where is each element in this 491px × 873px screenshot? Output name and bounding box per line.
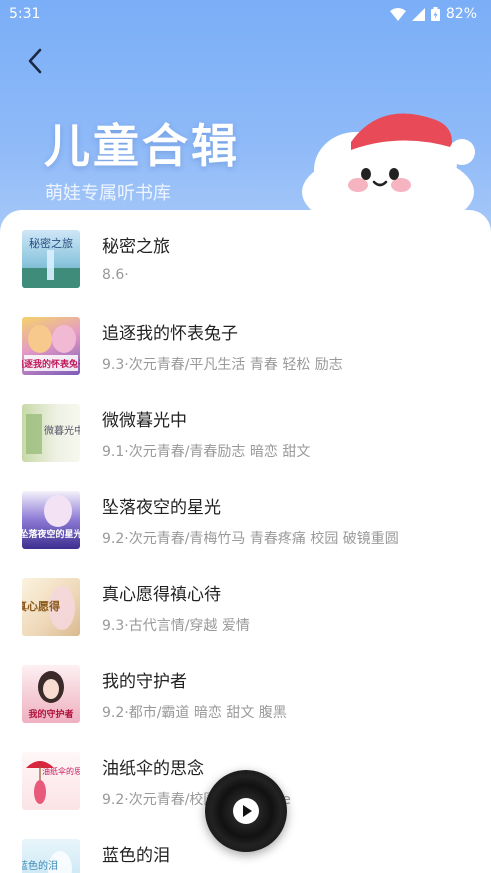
cover-art-icon: 追逐我的怀表兔子 <box>22 325 80 371</box>
cloud-mascot-icon <box>302 113 475 220</box>
cover-art-icon: 微暮光中 <box>26 414 80 454</box>
book-cover: 蓝色的泪 <box>22 839 80 873</box>
play-icon <box>233 798 259 824</box>
book-meta: 9.1·次元青春/青春励志 暗恋 甜文 <box>102 444 311 460</box>
book-title: 油纸伞的思念 <box>102 759 204 779</box>
page-subtitle: 萌娃专属听书库 <box>45 183 171 204</box>
book-item[interactable]: 真心愿得 真心愿得禛心待 9.3·古代言情/穿越 爱情 <box>0 558 491 644</box>
status-bar: 5:31 82% <box>0 0 491 28</box>
back-button[interactable] <box>22 46 50 76</box>
book-meta: 9.3·次元青春/平凡生活 青春 轻松 励志 <box>102 357 343 373</box>
book-title: 追逐我的怀表兔子 <box>102 324 238 344</box>
book-meta: 8.6· <box>102 267 129 283</box>
battery-icon <box>430 7 440 21</box>
book-title: 微微暮光中 <box>102 411 187 431</box>
book-meta: 9.2·次元青春/青梅竹马 青春疼痛 校园 破镜重圆 <box>102 531 399 547</box>
book-meta: 9.2·都市/霸道 暗恋 甜文 腹黑 <box>102 705 287 721</box>
page-title: 儿童合辑 <box>44 119 240 173</box>
book-title: 蓝色的泪 <box>102 846 170 866</box>
book-cover: 微暮光中 <box>22 404 80 462</box>
cover-art-icon: 坠落夜空的星光 <box>22 495 80 540</box>
book-title: 秘密之旅 <box>102 237 170 257</box>
status-icons: 82% <box>389 6 477 22</box>
audio-player-button[interactable] <box>205 770 287 852</box>
book-item[interactable]: 追逐我的怀表兔子 追逐我的怀表兔子 9.3·次元青春/平凡生活 青春 轻松 励志 <box>0 297 491 383</box>
book-item[interactable]: 秘密之旅 秘密之旅 8.6· <box>0 210 491 296</box>
book-item[interactable]: 坠落夜空的星光 坠落夜空的星光 9.2·次元青春/青梅竹马 青春疼痛 校园 破镜… <box>0 471 491 557</box>
cover-art-icon: 蓝色的泪 <box>22 851 72 873</box>
book-title: 我的守护者 <box>102 672 187 692</box>
book-title: 坠落夜空的星光 <box>102 498 221 518</box>
cover-title: 真心愿得 <box>22 599 60 613</box>
wifi-icon <box>389 7 406 21</box>
book-cover: 追逐我的怀表兔子 <box>22 317 80 375</box>
hero-banner: 5:31 82% 儿童合辑 萌娃专属听书库 <box>0 0 491 240</box>
book-meta: 9.3·古代言情/穿越 爱情 <box>102 618 250 634</box>
cover-art-icon: 油纸伞的思念 <box>26 761 80 804</box>
book-item[interactable]: 我的守护者 我的守护者 9.2·都市/霸道 暗恋 甜文 腹黑 <box>0 645 491 731</box>
cover-title: 坠落夜空的星光 <box>22 528 80 540</box>
cover-art-icon: 秘密之旅 <box>22 236 80 288</box>
book-cover: 真心愿得 <box>22 578 80 636</box>
cover-art-icon: 真心愿得 <box>22 586 75 630</box>
book-cover: 秘密之旅 <box>22 230 80 288</box>
cover-title: 秘密之旅 <box>29 236 73 250</box>
cover-title: 微暮光中 <box>44 424 80 437</box>
cover-title: 油纸伞的思念 <box>42 766 80 776</box>
book-title: 真心愿得禛心待 <box>102 585 221 605</box>
cover-title: 我的守护者 <box>28 708 73 720</box>
battery-level: 82% <box>445 6 477 22</box>
chevron-left-icon <box>28 48 42 74</box>
status-time: 5:31 <box>9 6 41 22</box>
signal-icon <box>411 7 425 21</box>
cover-title: 蓝色的泪 <box>22 859 58 872</box>
book-cover: 坠落夜空的星光 <box>22 491 80 549</box>
cover-art-icon: 我的守护者 <box>28 671 74 720</box>
book-cover: 油纸伞的思念 <box>22 752 80 810</box>
book-cover: 我的守护者 <box>22 665 80 723</box>
book-item[interactable]: 微暮光中 微微暮光中 9.1·次元青春/青春励志 暗恋 甜文 <box>0 384 491 470</box>
cover-title: 追逐我的怀表兔子 <box>22 358 80 370</box>
